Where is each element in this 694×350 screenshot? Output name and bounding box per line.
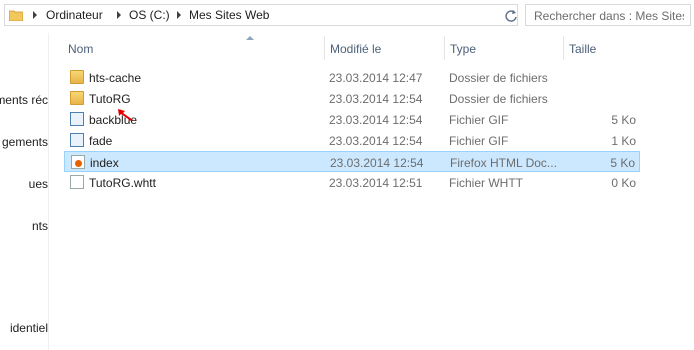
folder-icon [9, 10, 23, 21]
file-row[interactable]: fade 23.03.2014 12:54 Fichier GIF 1 Ko [64, 130, 640, 151]
breadcrumb-separator[interactable] [177, 11, 181, 19]
search-placeholder: Rechercher dans : Mes Sites ... [534, 9, 684, 23]
nav-item-downloads[interactable]: gements [2, 135, 48, 149]
red-arrow-cursor-icon [118, 109, 133, 121]
column-divider[interactable] [324, 36, 325, 60]
file-modified: 23.03.2014 12:54 [329, 134, 423, 148]
column-header-name[interactable]: Nom [68, 42, 93, 56]
firefox-html-icon [71, 155, 85, 169]
file-size: 5 Ko [611, 113, 636, 127]
nav-item-documents[interactable]: nts [32, 219, 48, 233]
file-icon [70, 175, 84, 189]
column-header-size[interactable]: Taille [569, 42, 596, 56]
file-name: index [90, 156, 119, 170]
search-input[interactable]: Rechercher dans : Mes Sites ... [525, 4, 691, 26]
file-name: hts-cache [89, 71, 142, 85]
file-type: Dossier de fichiers [449, 71, 548, 85]
breadcrumb-os-c[interactable]: OS (C:) [129, 8, 170, 22]
file-name: TutoRG.whtt [89, 176, 156, 190]
file-modified: 23.03.2014 12:54 [330, 156, 424, 170]
file-type: Fichier GIF [449, 113, 509, 127]
refresh-icon[interactable] [504, 9, 518, 23]
column-divider[interactable] [563, 36, 564, 60]
breadcrumb-separator[interactable] [33, 11, 37, 19]
column-header-modified[interactable]: Modifié le [330, 42, 381, 56]
breadcrumb-mes-sites-web[interactable]: Mes Sites Web [189, 8, 269, 22]
file-type: Firefox HTML Doc... [450, 156, 557, 170]
gif-image-icon [70, 133, 84, 147]
navigation-pane: ments réc gements ues nts identiel [0, 33, 49, 350]
file-name: fade [89, 134, 113, 148]
file-type: Fichier GIF [449, 134, 509, 148]
file-modified: 23.03.2014 12:54 [329, 113, 423, 127]
file-size: 5 Ko [610, 156, 635, 170]
file-modified: 23.03.2014 12:51 [329, 176, 423, 190]
column-header-type[interactable]: Type [450, 42, 476, 56]
breadcrumb-ordinateur[interactable]: Ordinateur [46, 8, 103, 22]
file-row[interactable]: backblue 23.03.2014 12:54 Fichier GIF 5 … [64, 109, 640, 130]
nav-item-recent[interactable]: ments réc [0, 93, 48, 107]
column-divider[interactable] [444, 36, 445, 60]
column-headers: Nom Modifié le Type Taille [60, 36, 644, 60]
nav-item-libraries[interactable]: ues [29, 177, 48, 191]
folder-icon [70, 91, 84, 105]
file-row[interactable]: TutoRG 23.03.2014 12:54 Dossier de fichi… [64, 88, 640, 109]
file-row-selected[interactable]: index 23.03.2014 12:54 Firefox HTML Doc.… [64, 151, 640, 172]
breadcrumb-separator[interactable] [117, 11, 121, 19]
nav-item-homegroup[interactable]: identiel [10, 321, 48, 335]
file-modified: 23.03.2014 12:47 [329, 71, 423, 85]
file-type: Fichier WHTT [449, 176, 523, 190]
file-modified: 23.03.2014 12:54 [329, 92, 423, 106]
file-size: 1 Ko [611, 134, 636, 148]
address-bar[interactable]: Ordinateur OS (C:) Mes Sites Web [4, 4, 518, 26]
sort-ascending-icon [246, 36, 254, 40]
file-row[interactable]: hts-cache 23.03.2014 12:47 Dossier de fi… [64, 67, 640, 88]
folder-icon [70, 70, 84, 84]
file-name: TutoRG [89, 92, 131, 106]
gif-image-icon [70, 112, 84, 126]
file-size: 0 Ko [611, 176, 636, 190]
navigation-bar: Ordinateur OS (C:) Mes Sites Web Recherc… [0, 0, 694, 33]
file-type: Dossier de fichiers [449, 92, 548, 106]
file-row[interactable]: TutoRG.whtt 23.03.2014 12:51 Fichier WHT… [64, 172, 640, 193]
